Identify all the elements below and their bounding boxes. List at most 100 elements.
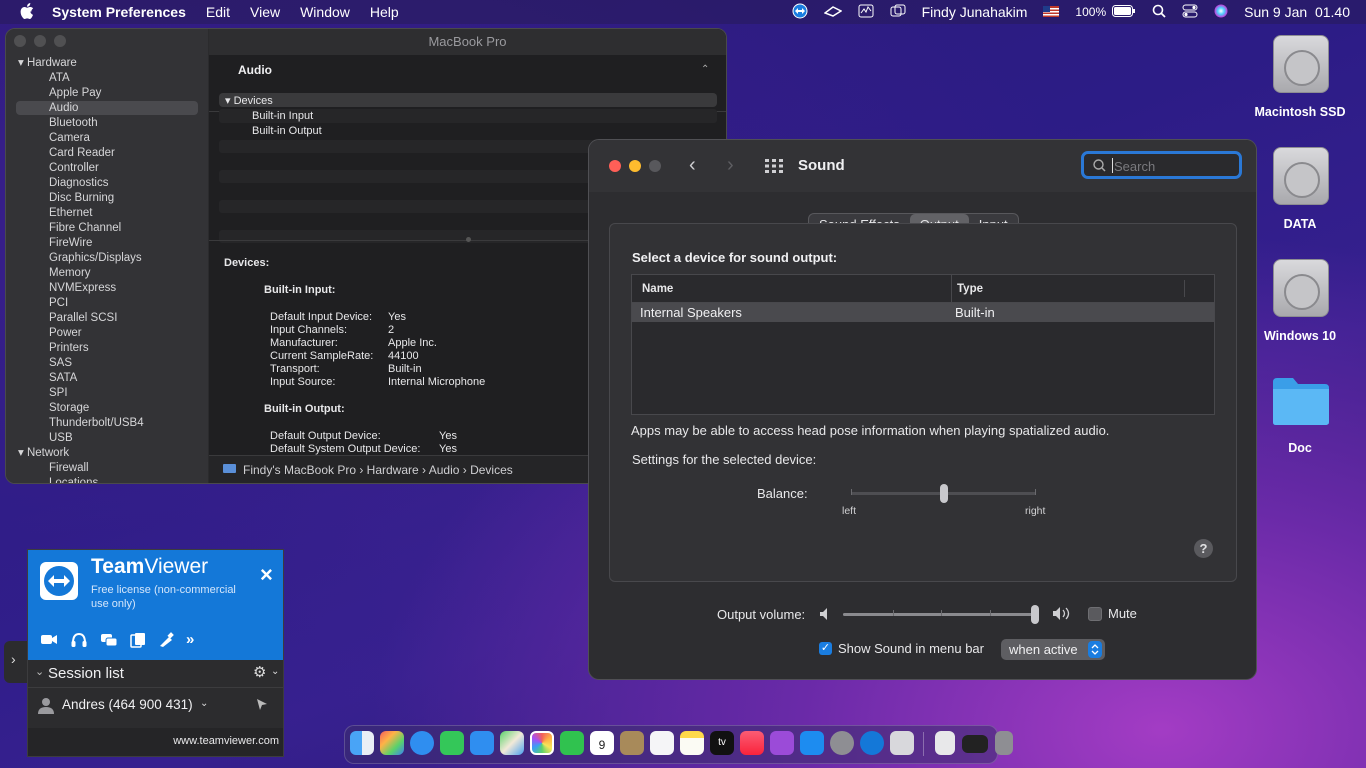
control-center-icon[interactable] — [1182, 4, 1198, 21]
system-preferences-icon[interactable] — [830, 731, 854, 755]
podcasts-icon[interactable] — [770, 731, 794, 755]
sidebar-item[interactable]: Camera — [16, 131, 198, 145]
sidebar-item[interactable]: ATA — [16, 71, 198, 85]
help-button[interactable]: ? — [1194, 539, 1213, 558]
chevron-down-icon[interactable]: ⌄ — [200, 698, 208, 709]
sidebar-item[interactable]: Diagnostics — [16, 176, 198, 190]
apple-menu-icon[interactable] — [20, 2, 34, 22]
path-item[interactable]: Findy's MacBook Pro — [243, 463, 356, 477]
window-switch-icon[interactable] — [890, 4, 906, 21]
sidebar-item[interactable]: FireWire — [16, 236, 198, 250]
messages-icon[interactable] — [440, 731, 464, 755]
sidebar-item[interactable]: Ethernet — [16, 206, 198, 220]
notes-icon[interactable] — [680, 731, 704, 755]
balance-slider-knob[interactable] — [939, 484, 948, 503]
sidebar-item[interactable]: USB — [16, 431, 198, 445]
vpn-icon[interactable] — [823, 4, 843, 20]
sidebar-item[interactable]: Firewall — [49, 461, 89, 475]
maps-icon[interactable] — [500, 731, 524, 755]
sidebar-item[interactable]: Apple Pay — [16, 86, 198, 100]
menu-view[interactable]: View — [250, 4, 280, 20]
sidebar-item[interactable]: Thunderbolt/USB4 — [16, 416, 198, 430]
headset-icon[interactable] — [70, 632, 88, 653]
show-in-menubar-checkbox[interactable]: ✓ — [819, 642, 832, 655]
window-minimize-button[interactable] — [34, 35, 46, 47]
menu-user-name[interactable]: Findy Junahakim — [922, 4, 1028, 20]
window-close-button[interactable] — [14, 35, 26, 47]
document-icon[interactable] — [935, 731, 955, 755]
menu-app-name[interactable]: System Preferences — [52, 4, 186, 20]
apple-tv-icon[interactable]: tv — [710, 731, 734, 755]
back-button[interactable]: ‹ — [689, 154, 696, 177]
table-row[interactable]: Internal Speakers Built-in — [632, 303, 1214, 322]
video-call-icon[interactable] — [40, 632, 58, 653]
sidebar-item[interactable]: PCI — [16, 296, 198, 310]
file-transfer-icon[interactable] — [130, 632, 146, 653]
desktop-icon-label[interactable]: Windows 10 — [1240, 329, 1360, 343]
safari-icon[interactable] — [410, 731, 434, 755]
search-field[interactable]: Search — [1081, 151, 1242, 179]
folder-icon[interactable] — [1271, 376, 1330, 426]
macintosh-ssd-drive-icon[interactable] — [1273, 35, 1329, 93]
window-minimize-button[interactable] — [629, 160, 641, 172]
show-in-menubar-label[interactable]: Show Sound in menu bar — [838, 641, 984, 656]
sidebar-item[interactable]: Memory — [16, 266, 198, 280]
path-item[interactable]: Hardware — [367, 463, 419, 477]
sidebar-item[interactable]: Graphics/Displays — [16, 251, 198, 265]
desktop-icon-label[interactable]: Macintosh SSD — [1240, 105, 1360, 119]
data-drive-icon[interactable] — [1273, 147, 1329, 205]
input-source-flag-icon[interactable] — [1043, 4, 1060, 20]
sidebar-item[interactable]: SPI — [16, 386, 198, 400]
settings-gear-icon[interactable]: ⚙ — [253, 663, 266, 681]
forward-button[interactable]: › — [727, 154, 734, 177]
collapse-chevron-icon[interactable]: ⌃ — [701, 64, 709, 75]
sidebar-group-hardware[interactable]: ▾ Hardware — [18, 56, 77, 70]
device-tree-root[interactable]: ▾ Devices — [219, 93, 717, 107]
device-tree-item[interactable]: Built-in Output — [219, 124, 717, 138]
sidebar-item[interactable]: Audio — [16, 101, 198, 115]
contacts-icon[interactable] — [620, 731, 644, 755]
finder-icon[interactable] — [350, 731, 374, 755]
menu-edit[interactable]: Edit — [206, 4, 230, 20]
column-header-name[interactable]: Name — [642, 283, 673, 295]
menubar-mode-select[interactable]: when active — [1001, 639, 1105, 660]
desktop-icon-label[interactable]: Doc — [1240, 441, 1360, 455]
output-volume-knob[interactable] — [1031, 605, 1039, 624]
battery-icon[interactable] — [1112, 4, 1136, 20]
sidebar-item[interactable]: Disc Burning — [16, 191, 198, 205]
whiteboard-icon[interactable] — [158, 632, 174, 653]
sidebar-item[interactable]: Parallel SCSI — [16, 311, 198, 325]
output-volume-slider[interactable] — [843, 605, 1039, 624]
windows-drive-icon[interactable] — [1273, 259, 1329, 317]
activity-monitor-icon[interactable] — [858, 4, 874, 21]
reminders-icon[interactable] — [650, 731, 674, 755]
system-information-icon[interactable] — [890, 731, 914, 755]
session-list-header[interactable]: ⌄ Session list ⚙ ⌄ — [28, 660, 283, 688]
chevron-down-icon[interactable]: ⌄ — [271, 666, 279, 677]
close-button[interactable]: × — [260, 562, 273, 588]
app-store-icon[interactable] — [800, 731, 824, 755]
mute-label[interactable]: Mute — [1108, 606, 1137, 621]
cursor-arrow-icon[interactable] — [255, 698, 269, 717]
sidebar-item[interactable]: Bluetooth — [16, 116, 198, 130]
window-thumbnail-icon[interactable] — [962, 735, 988, 753]
balance-slider[interactable] — [851, 484, 1036, 503]
contact-row[interactable]: Andres (464 900 431) ⌄ — [28, 688, 283, 729]
teamviewer-expand-tab[interactable]: › — [4, 641, 28, 683]
launchpad-icon[interactable] — [380, 731, 404, 755]
window-zoom-button[interactable] — [54, 35, 66, 47]
battery-percent[interactable]: 100% — [1075, 5, 1106, 19]
window-close-button[interactable] — [609, 160, 621, 172]
sidebar-item[interactable]: NVMExpress — [16, 281, 198, 295]
calendar-icon[interactable]: 9 — [590, 731, 614, 755]
column-header-type[interactable]: Type — [957, 283, 983, 295]
photos-icon[interactable] — [530, 731, 554, 755]
facetime-icon[interactable] — [560, 731, 584, 755]
music-icon[interactable] — [740, 731, 764, 755]
teamviewer-status-icon[interactable] — [792, 3, 808, 22]
show-all-grid-icon[interactable] — [765, 159, 783, 178]
path-item[interactable]: Devices — [470, 463, 513, 477]
spotlight-search-icon[interactable] — [1152, 4, 1166, 21]
sidebar-item[interactable]: Card Reader — [16, 146, 198, 160]
sidebar-item[interactable]: Printers — [16, 341, 198, 355]
